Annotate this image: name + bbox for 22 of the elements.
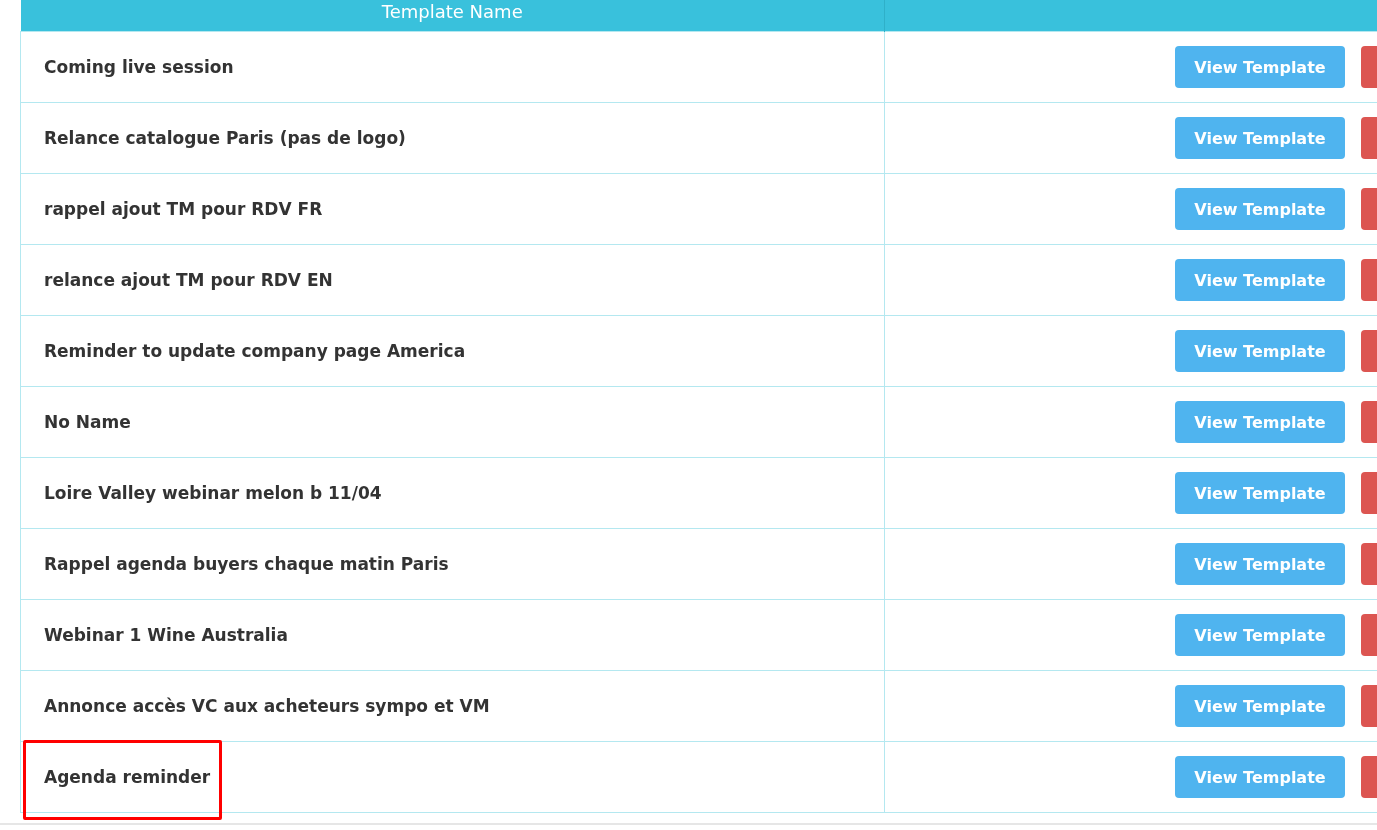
view-template-button[interactable]: View Template <box>1175 685 1345 727</box>
template-name-cell: No Name <box>20 386 885 458</box>
column-header: Template Name <box>381 0 523 22</box>
view-template-button[interactable]: View Template <box>1175 756 1345 798</box>
template-name-cell: Reminder to update company page America <box>20 315 885 387</box>
view-template-button[interactable]: View Template <box>1175 259 1345 301</box>
template-name-cell: Coming live session <box>20 31 885 103</box>
view-template-button[interactable]: View Template <box>1175 117 1345 159</box>
view-template-button[interactable]: View Template <box>1175 401 1345 443</box>
view-template-button[interactable]: View Template <box>1175 472 1345 514</box>
view-template-button[interactable]: View Template <box>1175 543 1345 585</box>
template-name-cell: Annonce accès VC aux acheteurs sympo et VM <box>20 670 885 742</box>
view-template-button[interactable]: View Template <box>1175 614 1345 656</box>
view-template-button[interactable]: View Template <box>1175 46 1345 88</box>
template-name-cell: Loire Valley webinar melon b 11/04 <box>20 457 885 529</box>
view-template-button[interactable]: View Template <box>1175 330 1345 372</box>
template-name-cell: rappel ajout TM pour RDV FR <box>20 173 885 245</box>
template-name-cell: Webinar 1 Wine Australia <box>20 599 885 671</box>
view-template-button[interactable]: View Template <box>1175 188 1345 230</box>
template-name-cell: Rappel agenda buyers chaque matin Paris <box>20 528 885 600</box>
template-name-cell: relance ajout TM pour RDV EN <box>20 244 885 316</box>
template-name-cell: Relance catalogue Paris (pas de logo) <box>20 102 885 174</box>
